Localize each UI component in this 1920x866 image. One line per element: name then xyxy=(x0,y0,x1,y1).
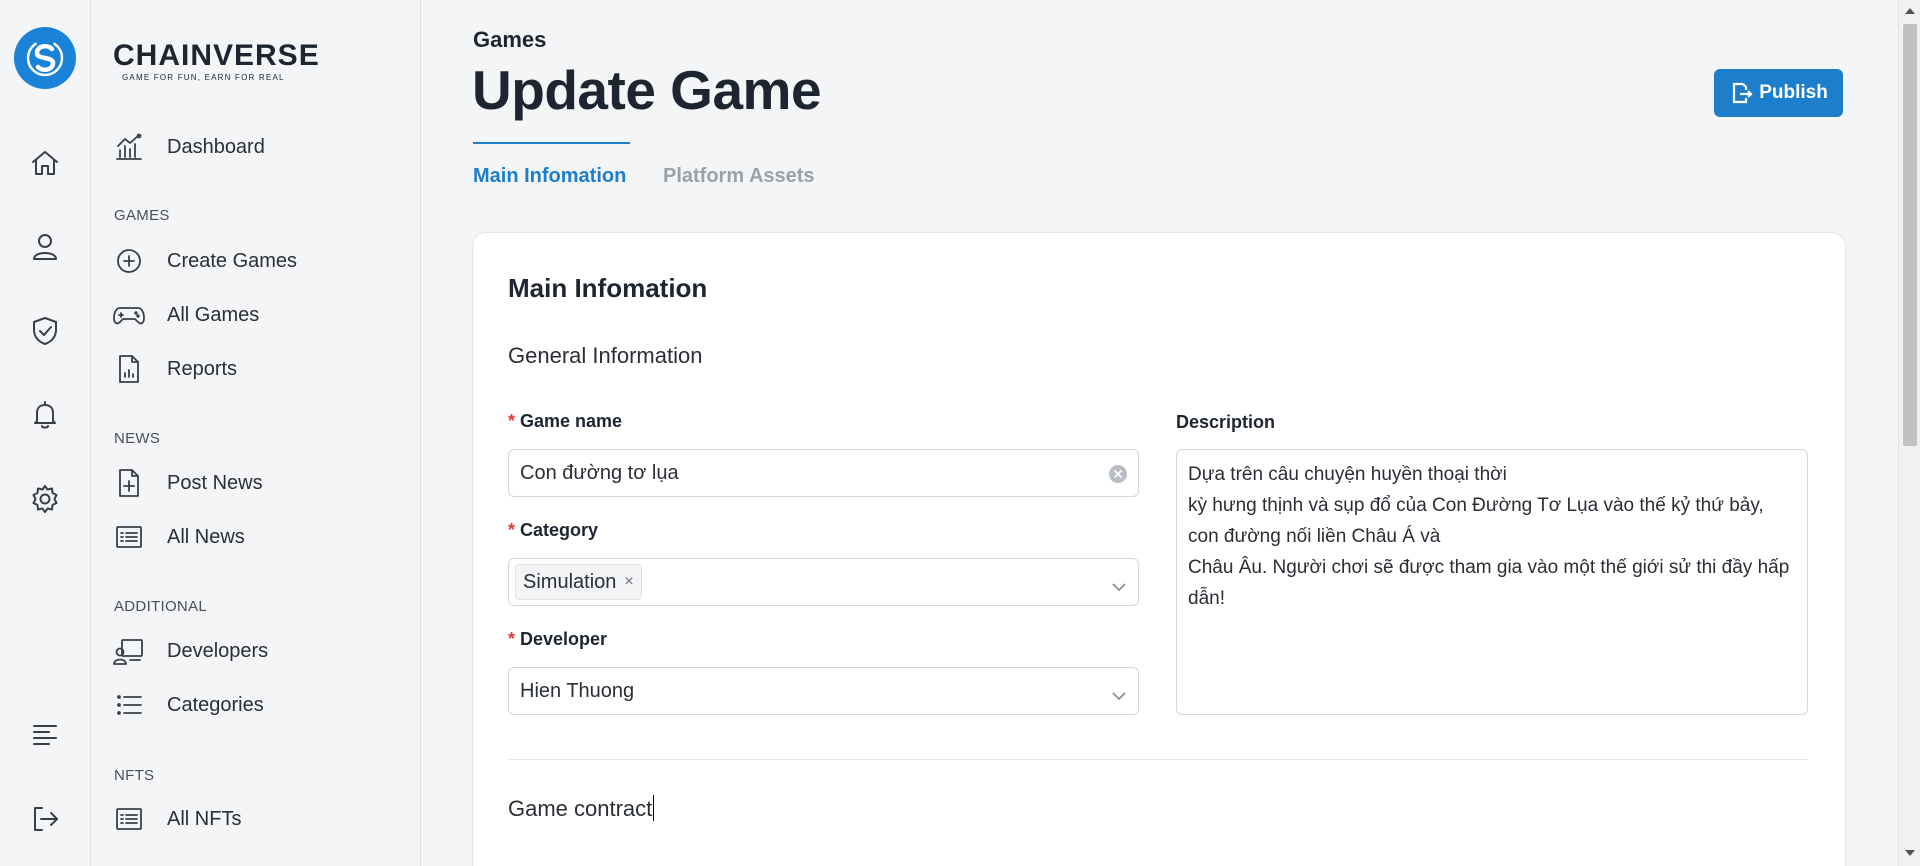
brand-tagline: GAME FOR FUN, EARN FOR REAL xyxy=(122,73,285,82)
page-scrollbar[interactable] xyxy=(1898,0,1920,866)
section-divider xyxy=(508,759,1808,760)
developer-label-text: Developer xyxy=(520,629,608,649)
developer-value: Hien Thuong xyxy=(520,679,635,702)
sidebar-item-label: Create Games xyxy=(167,249,298,272)
scroll-up-arrow-icon[interactable] xyxy=(1905,8,1915,14)
page-title: Update Game xyxy=(472,59,822,121)
brand-logo[interactable]: CHAINVERSE GAME FOR FUN, EARN FOR REAL xyxy=(113,39,320,83)
card-title: Main Infomation xyxy=(508,273,708,303)
sidebar-item-all-news[interactable]: All News xyxy=(113,517,403,557)
sidebar-item-reports[interactable]: Reports xyxy=(113,349,403,389)
plus-circle-icon xyxy=(113,245,145,277)
file-export-icon xyxy=(1733,82,1753,104)
gamepad-icon xyxy=(113,299,145,331)
section-games: GAMES xyxy=(114,207,170,224)
chart-line-icon xyxy=(113,131,145,163)
shield-check-icon[interactable] xyxy=(26,312,64,350)
main-information-card: Main Infomation General Information * Gam… xyxy=(472,232,1846,866)
sidebar-item-all-nfts[interactable]: All NFTs xyxy=(113,799,403,839)
chevron-down-icon[interactable] xyxy=(1111,685,1127,708)
section-news: NEWS xyxy=(114,430,161,447)
scroll-down-arrow-icon[interactable] xyxy=(1905,850,1915,856)
game-name-input[interactable]: Con đường tơ lụa xyxy=(508,449,1139,497)
bell-icon[interactable] xyxy=(26,396,64,434)
sidebar-item-label: Post News xyxy=(167,471,263,494)
publish-button[interactable]: Publish xyxy=(1714,69,1843,117)
sidebar-item-dashboard[interactable]: Dashboard xyxy=(113,127,403,167)
gear-icon[interactable] xyxy=(26,480,64,518)
tab-platform-assets[interactable]: Platform Assets xyxy=(663,165,815,188)
sidebar-item-create-games[interactable]: Create Games xyxy=(113,241,403,281)
sidebar-item-label: Dashboard xyxy=(167,135,265,158)
sidebar-item-developers[interactable]: Developers xyxy=(113,631,403,671)
brand-name: CHAINVERSE xyxy=(113,39,320,72)
list-box-icon xyxy=(113,803,145,835)
breadcrumb[interactable]: Games xyxy=(473,27,546,53)
list-box-icon xyxy=(113,521,145,553)
required-mark: * xyxy=(508,520,516,540)
file-plus-icon xyxy=(113,467,145,499)
main-content: Games Update Game Publish Main Infomatio… xyxy=(422,0,1898,866)
required-mark: * xyxy=(508,411,516,431)
chainverse-logo-icon[interactable] xyxy=(14,27,76,89)
sidebar-item-label: All News xyxy=(167,525,245,548)
sidebar-item-all-games[interactable]: All Games xyxy=(113,295,403,335)
section-additional: ADDITIONAL xyxy=(114,598,208,615)
chevron-down-icon[interactable] xyxy=(1111,576,1127,599)
user-icon[interactable] xyxy=(26,228,64,266)
clear-input-icon[interactable] xyxy=(1109,465,1127,483)
sidebar-item-post-news[interactable]: Post News xyxy=(113,463,403,503)
game-contract-title: Game contract xyxy=(508,795,655,822)
developer-label: * Developer xyxy=(508,629,607,650)
sidebar-item-label: Reports xyxy=(167,357,238,380)
developer-select[interactable]: Hien Thuong xyxy=(508,667,1139,715)
description-label: Description xyxy=(1176,412,1276,432)
category-label: * Category xyxy=(508,520,598,541)
sidebar-item-label: Developers xyxy=(167,639,269,662)
tab-active-indicator xyxy=(473,142,630,144)
icon-rail xyxy=(0,0,91,866)
general-information-title: General Information xyxy=(508,343,703,368)
scrollbar-thumb[interactable] xyxy=(1903,24,1917,446)
section-nfts: NFTS xyxy=(114,767,155,784)
game-name-label-text: Game name xyxy=(520,411,623,431)
category-label-text: Category xyxy=(520,520,599,540)
text-caret xyxy=(653,795,655,821)
required-mark: * xyxy=(508,629,516,649)
menu-lines-icon[interactable] xyxy=(26,716,64,754)
sidebar-item-label: All Games xyxy=(167,303,260,326)
logout-icon[interactable] xyxy=(26,800,64,838)
home-icon[interactable] xyxy=(26,144,64,182)
description-textarea[interactable]: Dựa trên câu chuyện huyền thoại thời kỳ … xyxy=(1176,449,1808,715)
category-tag: Simulation × xyxy=(515,564,642,600)
report-document-icon xyxy=(113,353,145,385)
game-name-label: * Game name xyxy=(508,411,622,432)
category-tag-label: Simulation xyxy=(523,570,617,593)
sidebar: CHAINVERSE GAME FOR FUN, EARN FOR REAL D… xyxy=(91,0,421,866)
sidebar-item-label: All NFTs xyxy=(167,807,242,830)
bullet-list-icon xyxy=(113,689,145,721)
developer-board-icon xyxy=(113,635,145,667)
sidebar-item-categories[interactable]: Categories xyxy=(113,685,403,725)
game-contract-title-text: Game contract xyxy=(508,796,653,821)
sidebar-item-label: Categories xyxy=(167,693,264,716)
game-name-value: Con đường tơ lụa xyxy=(520,461,679,484)
category-select[interactable]: Simulation × xyxy=(508,558,1139,606)
publish-button-label: Publish xyxy=(1759,82,1828,103)
remove-tag-icon[interactable]: × xyxy=(624,573,633,591)
tab-main-information[interactable]: Main Infomation xyxy=(473,165,626,188)
